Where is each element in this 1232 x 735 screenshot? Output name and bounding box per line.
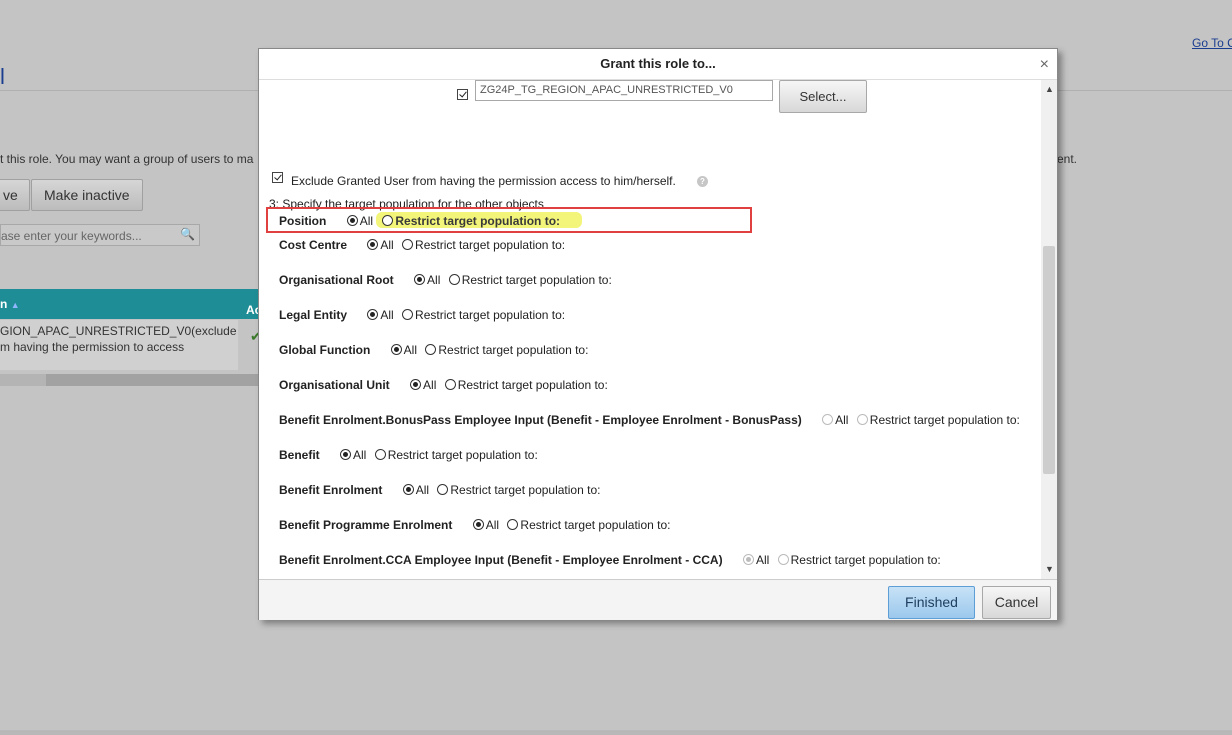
restrict-radio[interactable] (374, 449, 386, 461)
target-row-cca-input: Benefit Enrolment.CCA Employee Input (Be… (279, 552, 941, 570)
restrict-radio[interactable] (425, 344, 437, 356)
dialog-header: Grant this role to... × (259, 49, 1057, 80)
all-radio[interactable] (402, 484, 414, 496)
search-placeholder: ase enter your keywords... (1, 229, 142, 243)
object-label: Cost Centre (279, 237, 348, 252)
restrict-label: Restrict target population to: (415, 307, 566, 322)
close-icon[interactable]: × (1040, 57, 1049, 73)
restrict-radio[interactable] (437, 484, 449, 496)
target-row-global-function: Global Function All Restrict target popu… (279, 342, 588, 360)
row-line-2: m having the permission to access (0, 340, 185, 354)
activate-button[interactable]: ve (0, 179, 30, 211)
all-radio[interactable] (414, 274, 426, 286)
restrict-label: Restrict target population to: (438, 342, 589, 357)
object-label: Benefit Enrolment (279, 482, 383, 497)
all-label: All (380, 307, 394, 322)
annotation-highlight-box (266, 207, 752, 233)
target-row-organisational-root: Organisational Root All Restrict target … (279, 272, 612, 290)
object-label: Global Function (279, 342, 371, 357)
target-row-bonuspass-input: Benefit Enrolment.BonusPass Employee Inp… (279, 412, 1020, 430)
restrict-label: Restrict target population to: (869, 412, 1020, 427)
object-label: Organisational Unit (279, 377, 390, 392)
scroll-down-icon[interactable]: ▼ (1045, 564, 1054, 574)
all-radio[interactable] (390, 344, 402, 356)
search-icon[interactable]: 🔍 (180, 227, 195, 241)
scroll-up-icon[interactable]: ▲ (1045, 84, 1054, 94)
keyword-search-input[interactable]: ase enter your keywords... 🔍 (0, 224, 200, 246)
restrict-label: Restrict target population to: (790, 552, 941, 567)
restrict-label: Restrict target population to: (520, 517, 671, 532)
restrict-label: Restrict target population to: (450, 482, 601, 497)
exclude-granted-user-label: Exclude Granted User from having the per… (291, 174, 676, 188)
help-icon[interactable]: ? (697, 176, 708, 187)
restrict-label: Restrict target population to: (457, 377, 608, 392)
dialog-body[interactable]: ZG24P_TG_REGION_APAC_UNRESTRICTED_V0 Sel… (259, 80, 1057, 579)
target-row-benefit-programme-enrolment: Benefit Programme Enrolment All Restrict… (279, 517, 671, 535)
object-label: Benefit (279, 447, 320, 462)
dialog-content: ZG24P_TG_REGION_APAC_UNRESTRICTED_V0 Sel… (259, 80, 1041, 579)
all-label: All (380, 237, 394, 252)
all-label: All (415, 482, 430, 497)
make-inactive-button[interactable]: Make inactive (31, 179, 143, 211)
dialog-footer: Finished Cancel (259, 579, 1057, 620)
cancel-button[interactable]: Cancel (982, 586, 1051, 619)
page-description-end: ent. (1057, 152, 1078, 166)
scrollbar-thumb[interactable] (1043, 246, 1055, 474)
all-label: All (353, 447, 367, 462)
table-header: n ▲ Ac (0, 289, 261, 319)
object-label: Organisational Root (279, 272, 394, 287)
table-horizontal-scrollbar[interactable] (0, 374, 260, 386)
all-label: All (403, 342, 418, 357)
all-label: All (835, 412, 849, 427)
all-radio[interactable] (367, 239, 379, 251)
row-line-1: GION_APAC_UNRESTRICTED_V0(exclude (0, 324, 237, 338)
all-label: All (423, 377, 437, 392)
restrict-radio[interactable] (402, 239, 414, 251)
all-radio[interactable] (367, 309, 379, 321)
object-label: Benefit Enrolment.CCA Employee Input (Be… (279, 552, 723, 567)
finished-button[interactable]: Finished (888, 586, 975, 619)
dialog-vertical-scrollbar[interactable]: ▲ ▼ (1041, 80, 1057, 579)
restrict-radio[interactable] (777, 554, 789, 566)
object-label: Benefit Programme Enrolment (279, 517, 453, 532)
sort-asc-icon[interactable]: ▲ (11, 300, 20, 310)
go-to-link[interactable]: Go To C (1192, 36, 1232, 50)
all-radio[interactable] (410, 379, 422, 391)
restrict-label: Restrict target population to: (461, 272, 612, 287)
restrict-radio[interactable] (444, 379, 456, 391)
select-button[interactable]: Select... (779, 80, 867, 113)
target-row-cost-centre: Cost Centre All Restrict target populati… (279, 237, 565, 255)
target-row-benefit: Benefit All Restrict target population t… (279, 447, 538, 465)
restrict-label: Restrict target population to: (387, 447, 538, 462)
page-description: t this role. You may want a group of use… (0, 152, 254, 166)
granted-group-field: ZG24P_TG_REGION_APAC_UNRESTRICTED_V0 (475, 80, 773, 101)
group-checkbox[interactable] (457, 89, 468, 100)
target-row-organisational-unit: Organisational Unit All Restrict target … (279, 377, 608, 395)
target-row-legal-entity: Legal Entity All Restrict target populat… (279, 307, 565, 325)
exclude-granted-user-checkbox[interactable] (272, 172, 283, 183)
restrict-label: Restrict target population to: (415, 237, 566, 252)
table-row[interactable]: GION_APAC_UNRESTRICTED_V0(exclude m havi… (0, 320, 238, 370)
restrict-radio[interactable] (507, 519, 519, 531)
all-radio[interactable] (742, 554, 754, 566)
dialog-title: Grant this role to... (600, 56, 716, 71)
restrict-radio[interactable] (448, 274, 460, 286)
all-label: All (755, 552, 770, 567)
restrict-radio[interactable] (856, 414, 868, 426)
all-label: All (485, 517, 500, 532)
page-bottom-edge (0, 730, 1232, 735)
object-label: Legal Entity (279, 307, 348, 322)
all-label: All (427, 272, 441, 287)
target-row-benefit-enrolment: Benefit Enrolment All Restrict target po… (279, 482, 600, 500)
grant-role-dialog: Grant this role to... × ZG24P_TG_REGION_… (258, 48, 1058, 620)
restrict-radio[interactable] (402, 309, 414, 321)
all-radio[interactable] (822, 414, 834, 426)
object-label: Benefit Enrolment.BonusPass Employee Inp… (279, 412, 802, 427)
all-radio[interactable] (340, 449, 352, 461)
page-title-fragment: l (0, 64, 5, 89)
all-radio[interactable] (472, 519, 484, 531)
scrollbar-thumb[interactable] (46, 374, 260, 386)
column-header-name[interactable]: n ▲ (0, 297, 20, 311)
